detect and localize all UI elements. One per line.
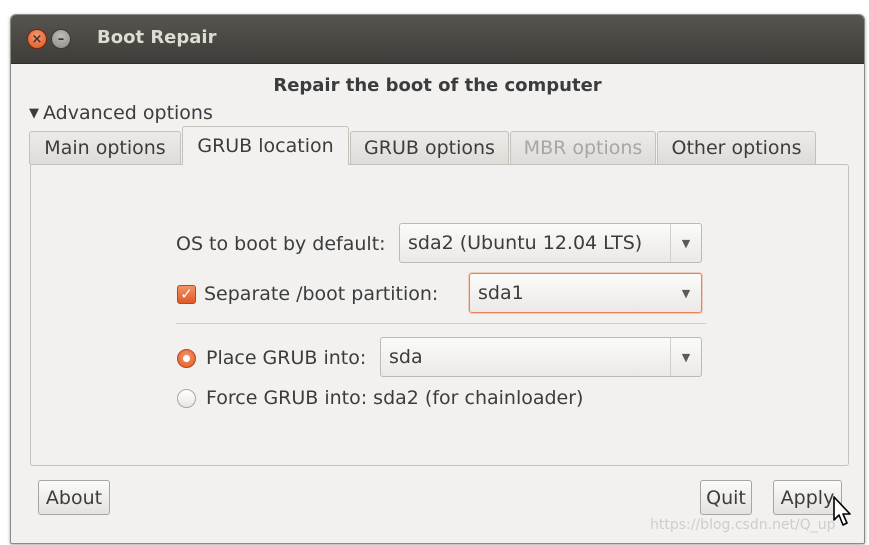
- boot-repair-window: × – Boot Repair Repair the boot of the c…: [10, 14, 865, 544]
- place-grub-row[interactable]: Place GRUB into:: [177, 347, 366, 369]
- about-button[interactable]: About: [38, 480, 110, 515]
- window-title: Boot Repair: [97, 27, 217, 48]
- place-grub-select[interactable]: sda ▼: [380, 337, 702, 377]
- watermark-text: https://blog.csdn.net/Q_up: [650, 517, 836, 533]
- advanced-options-expander[interactable]: ▼ Advanced options: [29, 102, 213, 124]
- separate-boot-select[interactable]: sda1 ▼: [469, 273, 702, 313]
- chevron-down-icon: ▼: [681, 286, 691, 300]
- triangle-down-icon: ▼: [29, 105, 39, 121]
- page-heading: Repair the boot of the computer: [273, 75, 602, 96]
- force-grub-radio[interactable]: [177, 388, 196, 408]
- place-grub-value: sda: [389, 346, 423, 368]
- os-default-value: sda2 (Ubuntu 12.04 LTS): [408, 232, 643, 254]
- chevron-down-icon: ▼: [670, 338, 701, 376]
- tab-grub-location[interactable]: GRUB location: [182, 126, 349, 165]
- separate-boot-row[interactable]: ✓ Separate /boot partition:: [177, 283, 438, 305]
- os-default-select[interactable]: sda2 (Ubuntu 12.04 LTS) ▼: [399, 223, 702, 263]
- separate-boot-value: sda1: [478, 282, 524, 304]
- tab-other-options[interactable]: Other options: [657, 131, 816, 164]
- divider: [176, 323, 706, 324]
- place-grub-label: Place GRUB into:: [206, 347, 367, 369]
- title-bar[interactable]: × – Boot Repair: [11, 15, 864, 64]
- mouse-pointer-icon: [833, 496, 851, 526]
- place-grub-radio[interactable]: [177, 348, 196, 368]
- tab-mbr-options: MBR options: [510, 131, 656, 164]
- os-default-label: OS to boot by default:: [176, 233, 386, 255]
- expander-label: Advanced options: [43, 102, 213, 124]
- force-grub-label: Force GRUB into: sda2 (for chainloader): [206, 387, 584, 409]
- tab-main-options[interactable]: Main options: [29, 131, 181, 164]
- grub-location-panel: OS to boot by default: sda2 (Ubuntu 12.0…: [30, 164, 849, 466]
- tab-grub-options[interactable]: GRUB options: [350, 131, 509, 164]
- force-grub-row[interactable]: Force GRUB into: sda2 (for chainloader): [177, 387, 583, 409]
- chevron-down-icon: ▼: [670, 224, 701, 262]
- quit-button[interactable]: Quit: [700, 480, 752, 515]
- separate-boot-label: Separate /boot partition:: [204, 283, 439, 305]
- minimize-icon[interactable]: –: [51, 29, 71, 49]
- os-default-row: OS to boot by default:: [176, 233, 386, 255]
- close-icon[interactable]: ×: [27, 29, 47, 49]
- separate-boot-checkbox[interactable]: ✓: [177, 284, 196, 304]
